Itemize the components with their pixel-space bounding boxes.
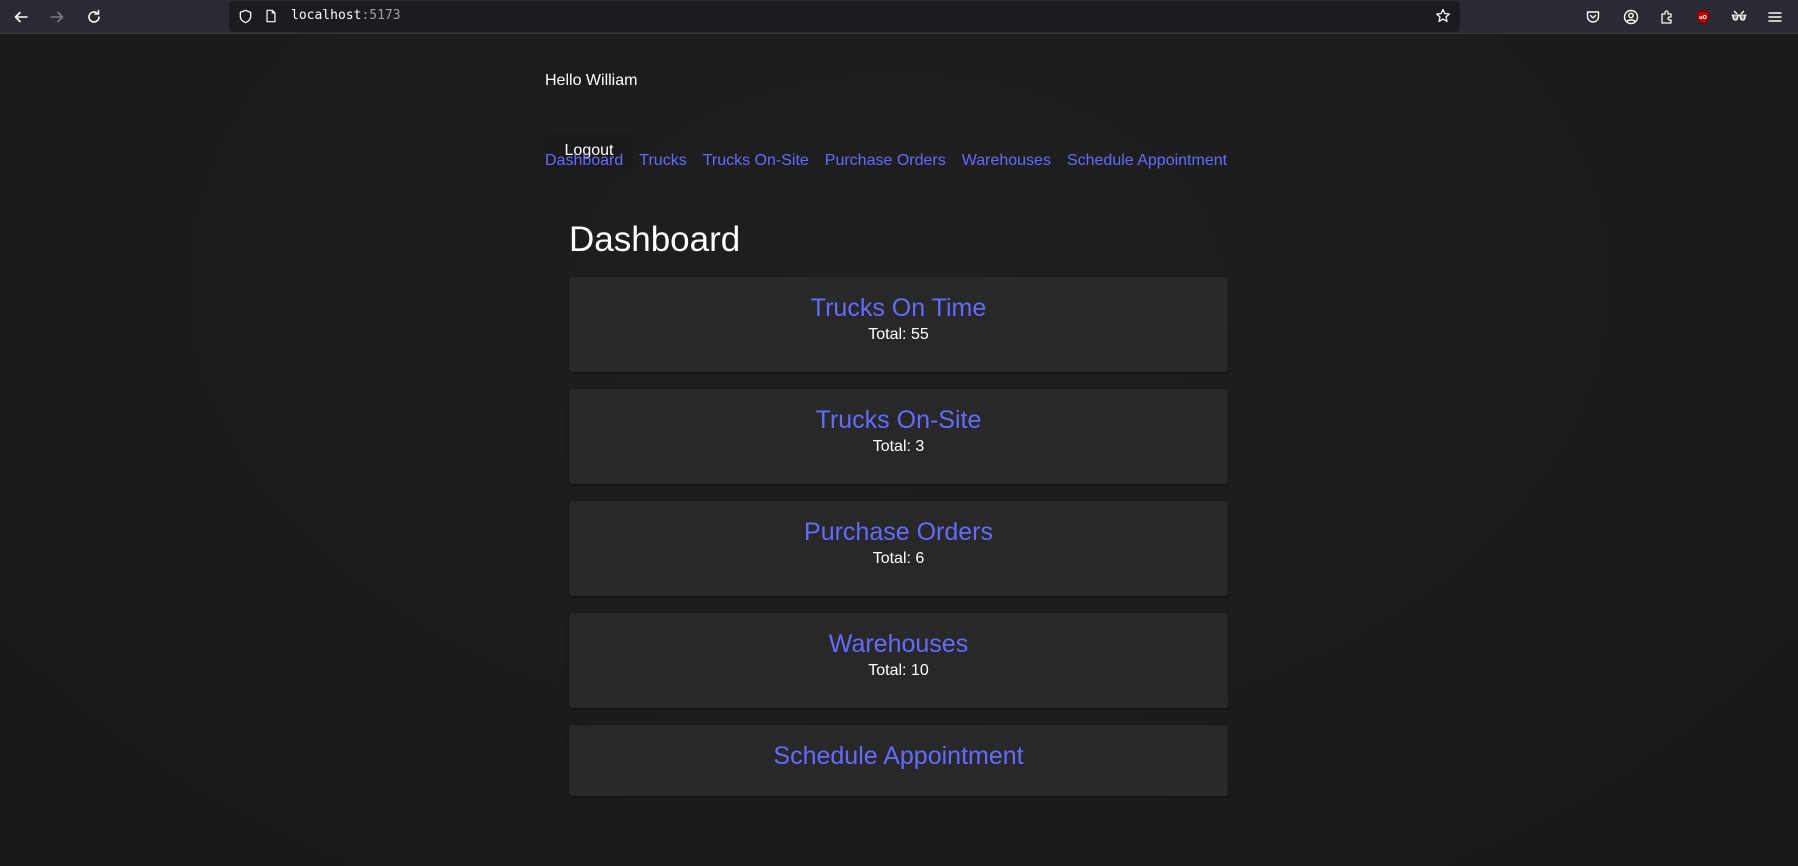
- card-trucks-on-time: Trucks On Time Total: 55: [569, 277, 1228, 372]
- card-purchase-orders: Purchase Orders Total: 6: [569, 501, 1228, 596]
- card-title-link[interactable]: Trucks On-Site: [569, 405, 1228, 435]
- reload-icon: [88, 9, 100, 23]
- page-title: Dashboard: [569, 220, 741, 259]
- extension-sunglasses-icon[interactable]: [1727, 5, 1751, 29]
- page-icon[interactable]: [263, 8, 279, 24]
- address-bar[interactable]: localhost:5173: [229, 1, 1460, 32]
- page-content: Hello William Logout Dashboard Trucks Tr…: [0, 34, 1798, 866]
- card-total: Total: 3: [872, 438, 925, 455]
- card-title-link[interactable]: Trucks On Time: [569, 293, 1228, 323]
- nav-link-dashboard[interactable]: Dashboard: [545, 151, 623, 171]
- nav-link-schedule-appointment[interactable]: Schedule Appointment: [1067, 151, 1227, 171]
- nav-link-purchase-orders[interactable]: Purchase Orders: [825, 151, 946, 171]
- bookmark-star-icon[interactable]: [1435, 8, 1451, 24]
- card-total: Total: 6: [872, 550, 925, 567]
- card-title-link[interactable]: Warehouses: [569, 629, 1228, 659]
- main-nav: Dashboard Trucks Trucks On-Site Purchase…: [545, 151, 1227, 171]
- card-warehouses: Warehouses Total: 10: [569, 613, 1228, 708]
- arrow-left-icon: [14, 11, 28, 23]
- user-greeting: Hello William: [545, 72, 638, 89]
- reload-button[interactable]: [80, 3, 108, 31]
- browser-toolbar: localhost:5173 uO: [0, 0, 1798, 34]
- back-button[interactable]: [7, 3, 35, 31]
- card-title-link[interactable]: Purchase Orders: [569, 517, 1228, 547]
- forward-button[interactable]: [43, 3, 71, 31]
- ublock-icon[interactable]: uO: [1691, 5, 1715, 29]
- card-total: Total: 55: [868, 326, 929, 343]
- arrow-right-icon: [50, 11, 64, 23]
- card-total: Total: 10: [868, 662, 929, 679]
- card-schedule-appointment: Schedule Appointment: [569, 725, 1228, 796]
- shield-icon[interactable]: [237, 8, 253, 24]
- card-trucks-on-site: Trucks On-Site Total: 3: [569, 389, 1228, 484]
- url-text[interactable]: localhost:5173: [291, 8, 401, 23]
- card-title-link[interactable]: Schedule Appointment: [569, 741, 1228, 771]
- extensions-icon[interactable]: [1655, 5, 1679, 29]
- pocket-icon[interactable]: [1581, 5, 1605, 29]
- url-host: localhost: [291, 8, 362, 23]
- user-header: Hello William Logout: [545, 71, 638, 169]
- url-port: :5173: [361, 8, 401, 23]
- nav-link-trucks[interactable]: Trucks: [639, 151, 686, 171]
- menu-icon[interactable]: [1763, 5, 1787, 29]
- account-icon[interactable]: [1619, 5, 1643, 29]
- nav-link-warehouses[interactable]: Warehouses: [962, 151, 1051, 171]
- nav-link-trucks-on-site[interactable]: Trucks On-Site: [703, 151, 809, 171]
- svg-text:uO: uO: [1699, 15, 1707, 21]
